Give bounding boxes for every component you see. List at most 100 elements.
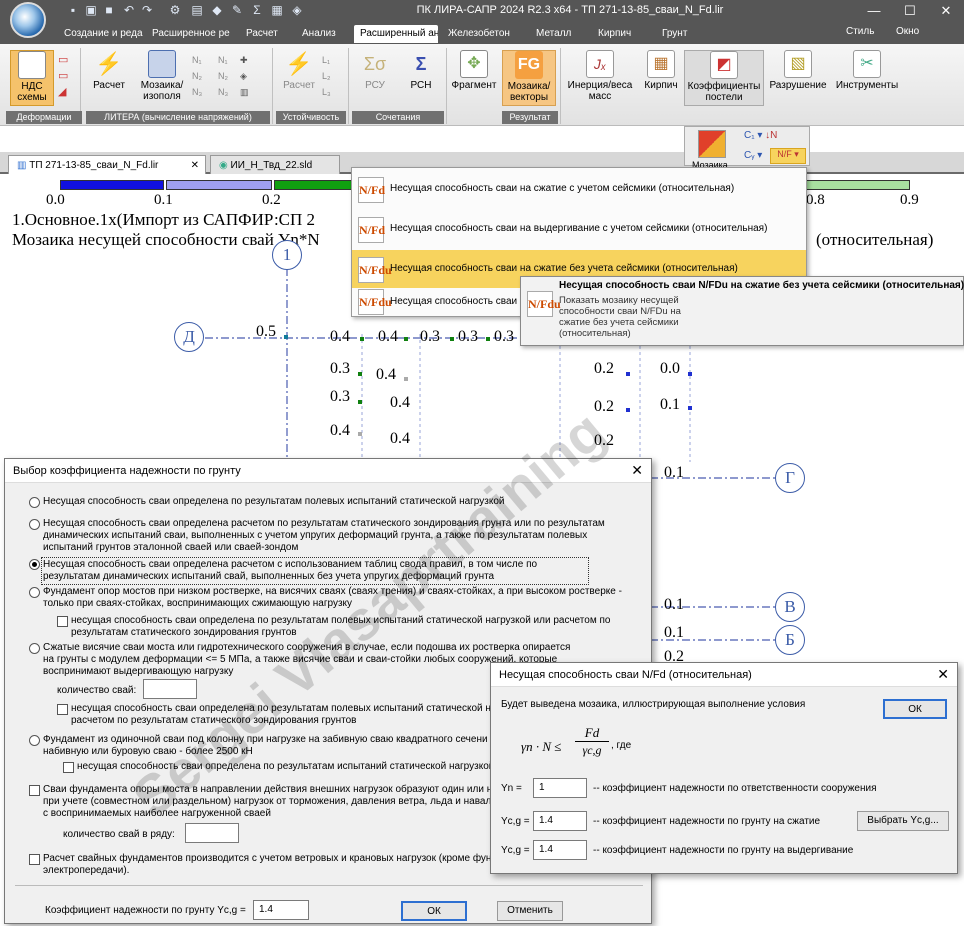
print-icon[interactable]: ▤ — [190, 3, 204, 17]
ok-button[interactable]: ОК — [401, 901, 467, 921]
group-combinations: Сочетания — [352, 111, 444, 124]
pile-row-count-label: количество свай в ряду: — [63, 829, 175, 840]
destruction-button[interactable]: ▧ Разрушение — [768, 50, 828, 106]
option-checkbox-4[interactable] — [57, 616, 68, 627]
maximize-button[interactable]: ☐ — [892, 0, 928, 22]
fragment-button[interactable]: ✥ Фрагмент — [450, 50, 498, 106]
cz-icon[interactable]: C₁ ▾ ↓N — [744, 130, 777, 141]
tab-create[interactable]: Создание и реда — [58, 25, 146, 43]
bedding-coef-button[interactable]: ◩ Коэффициенты постели — [684, 50, 764, 106]
n-small-icons[interactable]: N₁ N₂ N₃ — [192, 52, 202, 100]
formula-lhs: γn · N ≤ — [521, 739, 562, 754]
rsn-button[interactable]: Σ РСН — [400, 50, 442, 106]
option-checkbox-7[interactable] — [29, 785, 40, 796]
ycg-compression-description: -- коэффициент надежности по грунту на с… — [593, 816, 821, 827]
brick-icon: ▦ — [647, 50, 675, 78]
ycg-pullout-input[interactable]: 1.4 — [533, 840, 587, 860]
tools-ribbon-icon: ✂ — [853, 50, 881, 78]
tools-button[interactable]: ✂ Инструменты — [834, 50, 900, 106]
option-checkbox-5[interactable] — [57, 704, 68, 715]
option-checkbox-6[interactable] — [63, 762, 74, 773]
mosaic-isofields-button[interactable]: Мозаика/ изополя — [136, 50, 188, 106]
ndc-schemes-button[interactable]: НДС схемы — [10, 50, 54, 106]
window-menu[interactable]: Окно — [896, 26, 919, 37]
ycg-compression-label: Yc,g = — [501, 816, 530, 827]
option-radio-6[interactable] — [29, 735, 40, 746]
cancel-button[interactable]: Отменить — [497, 901, 563, 921]
pile-value: 0.1 — [664, 624, 684, 641]
pile-value: 0.1 — [664, 596, 684, 613]
chart-icon[interactable]: ◈ — [290, 3, 304, 17]
coef-value-field[interactable]: 1.4 — [253, 900, 309, 920]
ok-button[interactable]: ОК — [883, 699, 947, 719]
close-icon[interactable]: ✕ — [937, 667, 949, 681]
tab-analysis[interactable]: Анализ — [296, 25, 346, 43]
calc-icon[interactable]: Σ — [250, 3, 264, 17]
pile-value: 0.4 — [390, 430, 410, 447]
n-small-icons-2[interactable]: N₁ N₂ N₃ — [218, 52, 228, 100]
tab-masonry[interactable]: Кирпич — [592, 25, 642, 43]
stability-calc-button[interactable]: ⚡ Расчет — [278, 50, 320, 106]
pile-count-input[interactable] — [143, 679, 197, 699]
option-label-4: Фундамент опор мостов при низком роствер… — [43, 586, 622, 609]
option-radio-3[interactable] — [29, 559, 40, 570]
pile-marker — [404, 337, 408, 341]
pile-marker — [358, 432, 362, 436]
close-tab-icon[interactable]: ✕ — [191, 156, 199, 175]
menu-item-compression-seismic[interactable]: N/Fd Несущая способность сваи на сжатие … — [352, 170, 806, 208]
separator — [348, 48, 349, 124]
table-icon[interactable]: ▦ — [270, 3, 284, 17]
style-menu[interactable]: Стиль — [846, 26, 874, 37]
separator — [560, 48, 561, 124]
option-radio-5[interactable] — [29, 643, 40, 654]
tools-icon[interactable]: ✎ — [230, 3, 244, 17]
tab-steel[interactable]: Металл — [530, 25, 580, 43]
minimize-button[interactable]: — — [856, 0, 892, 22]
cy-icon[interactable]: Cᵧ ▾ — [744, 150, 762, 161]
choose-ycg-button[interactable]: Выбрать Yc,g... — [857, 811, 949, 831]
mosaic-vectors-button[interactable]: FG Мозаика/ векторы — [502, 50, 556, 106]
settings-icon[interactable]: ⚙ — [168, 3, 182, 17]
doc-tab-main[interactable]: ▥ ТП 271-13-85_сваи_N_Fd.lir ✕ — [8, 155, 206, 174]
divider — [15, 885, 643, 886]
undo-icon[interactable]: ↶ — [122, 3, 136, 17]
tab-reinforced-concrete[interactable]: Железобетон — [442, 25, 522, 43]
menu-item-pullout-seismic[interactable]: N/Fd Несущая способность сваи на выдерги… — [352, 210, 806, 248]
option-radio-2[interactable] — [29, 519, 40, 530]
close-window-button[interactable]: ✕ — [928, 0, 964, 22]
pile-value: 0.2 — [594, 360, 614, 377]
tab-advanced-analysis[interactable]: Расширенный ан — [354, 25, 438, 43]
pile-count-label: количество свай: — [57, 685, 137, 696]
pile-row-count-input[interactable] — [185, 823, 239, 843]
pile-value: 0.3 — [458, 328, 478, 345]
tab-soil[interactable]: Грунт — [656, 25, 700, 43]
rsu-button[interactable]: Σσ РСУ — [354, 50, 396, 106]
deformation-small-icons[interactable]: ▭ ▭ ◢ — [58, 52, 72, 102]
tab-advanced-edit[interactable]: Расширенное ре — [146, 25, 238, 43]
ycg-compression-input[interactable]: 1.4 — [533, 811, 587, 831]
option-checkbox-8[interactable] — [29, 854, 40, 865]
app-logo-icon[interactable] — [10, 2, 46, 38]
nfd-dropdown-button[interactable]: N/F ▾ — [770, 148, 806, 164]
layers-icon[interactable]: ◆ — [210, 3, 224, 17]
tab-calculation[interactable]: Расчет — [240, 25, 286, 43]
masonry-button[interactable]: ▦ Кирпич — [640, 50, 682, 106]
doc-tab-soil[interactable]: ◉ ИИ_Н_Твд_22.sld — [210, 155, 340, 174]
option-checkbox-label-5: несущая способность сваи определена по р… — [71, 703, 501, 726]
misc-small-icons[interactable]: ✚ ◈ ▥ — [240, 52, 249, 100]
mosaic-sub-icon[interactable] — [698, 130, 726, 158]
l-small-icons[interactable]: L₁ L₂ L₃ — [322, 52, 331, 100]
save-icon[interactable]: ■ — [102, 3, 116, 17]
option-radio-4[interactable] — [29, 587, 40, 598]
inertia-mass-button[interactable]: Jₓ Инерция/веса масс — [564, 50, 636, 106]
yn-input[interactable]: 1 — [533, 778, 587, 798]
group-result: Результат — [502, 111, 558, 124]
litera-calc-button[interactable]: ⚡ Расчет — [88, 50, 130, 106]
pile-value: 0.3 — [330, 388, 350, 405]
new-file-icon[interactable]: ▪ — [66, 3, 80, 17]
redo-icon[interactable]: ↷ — [140, 3, 154, 17]
group-litera: ЛИТЕРА (вычисление напряжений) — [86, 111, 270, 124]
close-icon[interactable]: ✕ — [631, 463, 643, 477]
open-file-icon[interactable]: ▣ — [84, 3, 98, 17]
option-radio-1[interactable] — [29, 497, 40, 508]
